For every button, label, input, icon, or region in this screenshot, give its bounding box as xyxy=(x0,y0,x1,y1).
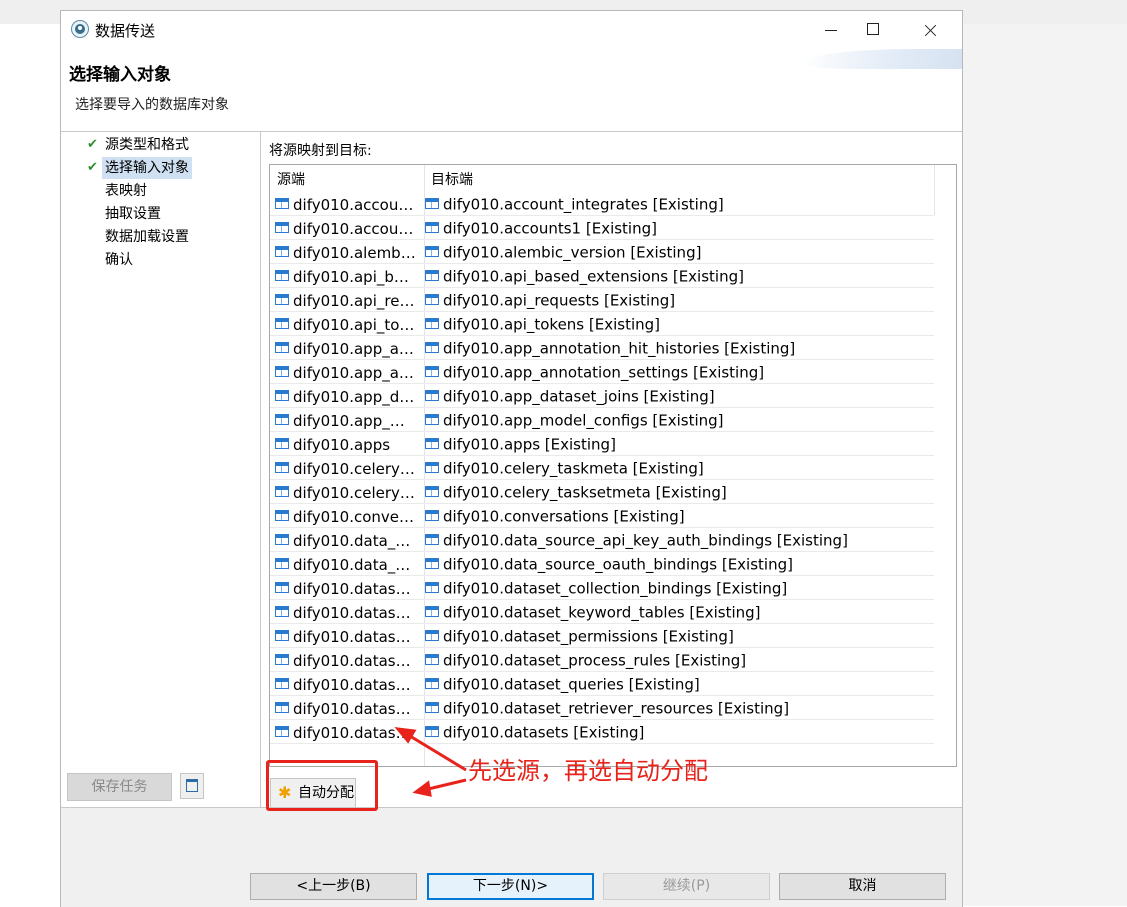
arrowhead-icon xyxy=(412,780,432,797)
arrowhead-icon xyxy=(394,727,417,744)
annotation-arrow-to-source xyxy=(404,731,467,772)
annotation-text: 先选源，再选自动分配 xyxy=(468,757,708,785)
